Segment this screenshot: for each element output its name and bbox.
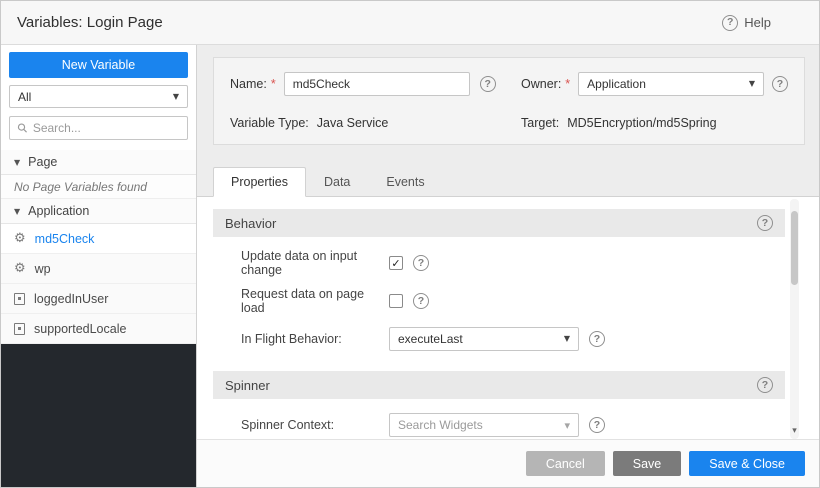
cancel-button[interactable]: Cancel: [526, 451, 605, 476]
variables-tree: ▼ Page No Page Variables found ▼ Applica…: [1, 150, 196, 344]
help-icon: ?: [722, 15, 738, 31]
behavior-section-title: Behavior: [225, 216, 276, 231]
owner-label: Owner:: [521, 77, 561, 91]
variable-item-wp[interactable]: ⚙ wp: [1, 254, 196, 284]
owner-value: Application: [587, 77, 646, 91]
sidebar-empty-area: [1, 344, 196, 487]
spinner-context-placeholder: Search Widgets: [398, 418, 483, 432]
vertical-scrollbar[interactable]: ▾: [790, 199, 799, 439]
chevron-down-icon: ▼: [564, 335, 570, 343]
name-input[interactable]: [284, 72, 470, 96]
tab-properties[interactable]: Properties: [213, 167, 306, 197]
scrollbar-down-arrow[interactable]: ▾: [790, 426, 799, 436]
in-flight-behavior-row: In Flight Behavior: executeLast ▼ ?: [241, 327, 785, 351]
tree-section-page[interactable]: ▼ Page: [1, 150, 196, 175]
chevron-down-icon: ▾: [564, 420, 570, 431]
dialog-footer: Cancel Save Save & Close: [197, 439, 819, 487]
update-data-label: Update data on input change: [241, 249, 389, 277]
new-variable-button[interactable]: New Variable: [9, 52, 188, 78]
main-panel: Name: * ? Owner: * Application ▼: [197, 45, 819, 487]
service-variable-icon: ⚙: [14, 262, 26, 275]
variable-summary-box: Name: * ? Owner: * Application ▼: [213, 57, 805, 145]
update-data-row: Update data on input change ✓ ?: [241, 251, 785, 275]
name-field-row: Name: * ?: [230, 72, 497, 96]
chevron-down-icon: ▼: [173, 93, 179, 101]
service-variable-icon: ⚙: [14, 232, 26, 245]
help-button[interactable]: ? Help: [722, 15, 771, 31]
spinner-context-combobox[interactable]: Search Widgets ▾: [389, 413, 579, 437]
owner-select[interactable]: Application ▼: [578, 72, 764, 96]
dialog-body: New Variable All ▼ ▼ Page: [1, 45, 819, 487]
filter-value: All: [18, 90, 31, 104]
name-help-icon[interactable]: ?: [480, 76, 496, 92]
spinner-help-icon[interactable]: ?: [757, 377, 773, 393]
save-and-close-button[interactable]: Save & Close: [689, 451, 805, 476]
variable-type-label: Variable Type:: [230, 116, 309, 130]
in-flight-behavior-select[interactable]: executeLast ▼: [389, 327, 579, 351]
required-mark: *: [565, 77, 570, 91]
main-content: Name: * ? Owner: * Application ▼: [197, 45, 819, 439]
variable-item-label: loggedInUser: [34, 292, 108, 306]
properties-tab-panel: Behavior ? Update data on input change ✓…: [197, 197, 819, 439]
variable-type-row: Variable Type: Java Service: [230, 116, 497, 130]
dialog-header: Variables: Login Page ? Help: [1, 1, 819, 45]
variables-sidebar: New Variable All ▼ ▼ Page: [1, 45, 197, 487]
model-variable-icon: [14, 293, 25, 305]
target-label: Target:: [521, 116, 559, 130]
variable-item-label: wp: [35, 262, 51, 276]
update-data-help-icon[interactable]: ?: [413, 255, 429, 271]
no-page-variables-note: No Page Variables found: [1, 175, 196, 199]
sidebar-controls: New Variable All ▼: [1, 45, 196, 150]
help-label: Help: [744, 15, 771, 30]
tree-section-application-label: Application: [28, 204, 89, 218]
required-mark: *: [271, 77, 276, 91]
behavior-section-header: Behavior ?: [213, 209, 785, 237]
tree-section-page-label: Page: [28, 155, 57, 169]
request-data-row: Request data on page load ✓ ?: [241, 289, 785, 313]
spinner-context-label: Spinner Context:: [241, 418, 389, 432]
scrollbar-thumb[interactable]: [791, 211, 798, 285]
chevron-down-icon: ▼: [749, 80, 755, 88]
collapse-arrow-icon: ▼: [14, 207, 20, 216]
tab-data[interactable]: Data: [306, 167, 368, 197]
collapse-arrow-icon: ▼: [14, 158, 20, 167]
tab-events[interactable]: Events: [368, 167, 442, 197]
request-data-help-icon[interactable]: ?: [413, 293, 429, 309]
name-label: Name:: [230, 77, 267, 91]
in-flight-behavior-value: executeLast: [398, 332, 463, 346]
variable-item-label: supportedLocale: [34, 322, 126, 336]
update-data-checkbox[interactable]: ✓: [389, 256, 403, 270]
page-title: Variables: Login Page: [17, 14, 163, 31]
in-flight-behavior-help-icon[interactable]: ?: [589, 331, 605, 347]
owner-help-icon[interactable]: ?: [772, 76, 788, 92]
variable-item-md5check[interactable]: ⚙ md5Check: [1, 224, 196, 254]
variable-item-supportedlocale[interactable]: supportedLocale: [1, 314, 196, 344]
search-input[interactable]: [33, 121, 180, 135]
variable-item-label: md5Check: [35, 232, 95, 246]
variable-type-value: Java Service: [317, 116, 389, 130]
target-row: Target: MD5Encryption/md5Spring: [521, 116, 788, 130]
request-data-checkbox[interactable]: ✓: [389, 294, 403, 308]
spinner-section-header: Spinner ?: [213, 371, 785, 399]
search-box: [9, 116, 188, 140]
check-icon: ✓: [391, 258, 400, 269]
behavior-help-icon[interactable]: ?: [757, 215, 773, 231]
spinner-context-help-icon[interactable]: ?: [589, 417, 605, 433]
spinner-context-row: Spinner Context: Search Widgets ▾ ?: [241, 413, 785, 437]
in-flight-behavior-label: In Flight Behavior:: [241, 332, 389, 346]
variables-dialog: Variables: Login Page ? Help New Variabl…: [0, 0, 820, 488]
save-button[interactable]: Save: [613, 451, 682, 476]
target-value: MD5Encryption/md5Spring: [567, 116, 716, 130]
variable-item-loggedinuser[interactable]: loggedInUser: [1, 284, 196, 314]
spinner-section-title: Spinner: [225, 378, 270, 393]
variable-scope-filter[interactable]: All ▼: [9, 85, 188, 108]
detail-tabs: Properties Data Events: [197, 167, 819, 197]
model-variable-icon: [14, 323, 25, 335]
owner-field-row: Owner: * Application ▼ ?: [521, 72, 788, 96]
search-icon: [17, 122, 28, 134]
tree-section-application[interactable]: ▼ Application: [1, 199, 196, 224]
request-data-label: Request data on page load: [241, 287, 389, 315]
